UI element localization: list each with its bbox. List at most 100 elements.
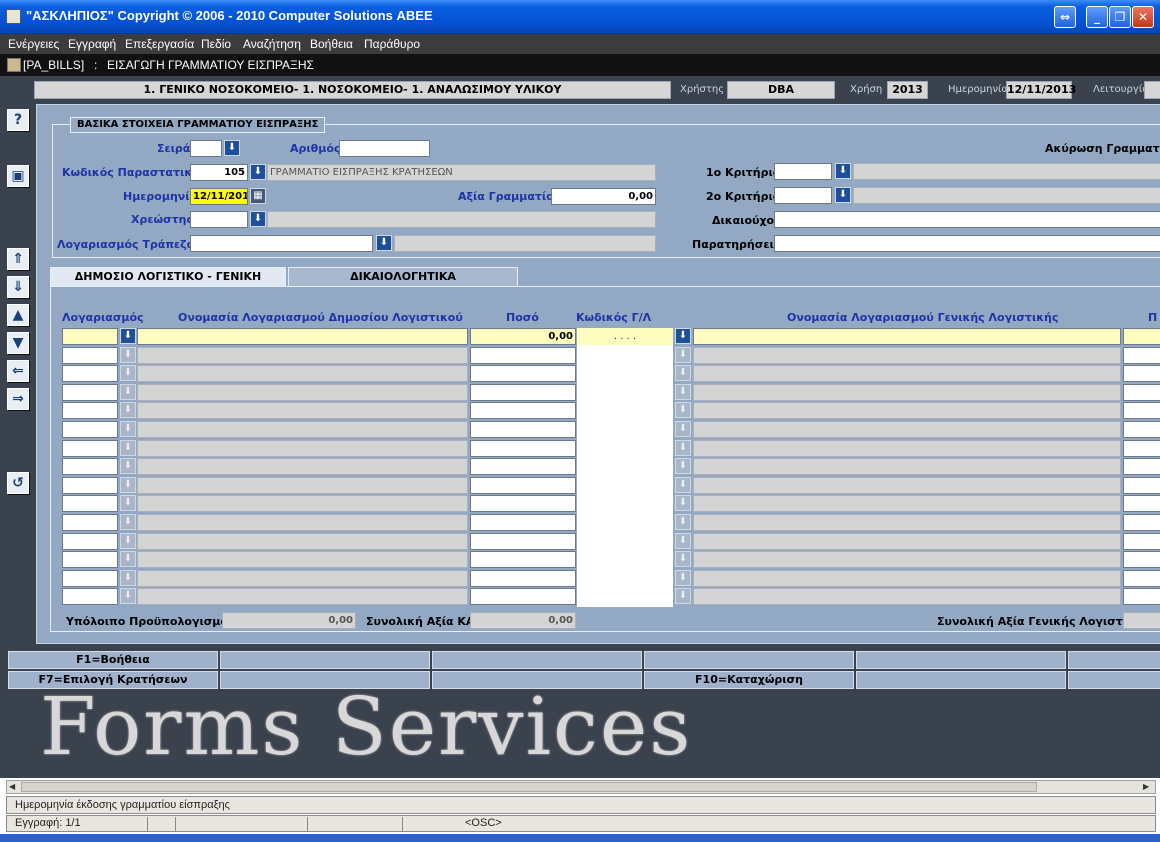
- function-key-row1-5[interactable]: [856, 651, 1066, 669]
- scroll-thumb[interactable]: [21, 782, 1037, 792]
- previous-record-button[interactable]: ▲: [7, 304, 29, 326]
- extra-cell[interactable]: [1123, 421, 1160, 438]
- menu-field[interactable]: Πεδίο: [201, 37, 231, 51]
- first-record-button[interactable]: ⇑: [7, 248, 29, 270]
- menu-record[interactable]: Εγγραφή: [68, 37, 116, 51]
- extra-cell[interactable]: [1123, 532, 1160, 550]
- function-key-row1-1[interactable]: F1=Βοήθεια: [8, 651, 218, 669]
- extra-cell[interactable]: [1123, 439, 1160, 457]
- account-cell[interactable]: [62, 588, 118, 606]
- extra-cell[interactable]: [1123, 551, 1160, 569]
- account-lov-button[interactable]: ⬇: [120, 346, 136, 363]
- scroll-left-icon[interactable]: ◀: [9, 781, 21, 793]
- calendar-icon[interactable]: ▦: [250, 188, 266, 204]
- date-input[interactable]: 12/11/2013: [190, 188, 248, 205]
- amount-cell[interactable]: [470, 514, 576, 531]
- criterion-2-lov-button[interactable]: ⬇: [835, 187, 851, 203]
- account-cell[interactable]: [62, 514, 118, 531]
- restore-arrows-button[interactable]: ⇔: [1054, 6, 1076, 28]
- next-record-button[interactable]: ▼: [7, 332, 29, 354]
- ga-lov-button[interactable]: ⬇: [675, 383, 691, 400]
- ga-lov-button[interactable]: ⬇: [675, 551, 691, 568]
- extra-cell[interactable]: [1123, 346, 1160, 364]
- ga-lov-button[interactable]: ⬇: [675, 402, 691, 419]
- ga-lov-button[interactable]: ⬇: [675, 328, 691, 344]
- function-key-row1-2[interactable]: [220, 651, 430, 669]
- ga-lov-button[interactable]: ⬇: [675, 365, 691, 382]
- account-cell[interactable]: [62, 402, 118, 420]
- doc-code-lov-button[interactable]: ⬇: [250, 164, 266, 180]
- account-cell[interactable]: [62, 439, 118, 457]
- criterion-2-input[interactable]: [774, 187, 832, 204]
- account-lov-button[interactable]: ⬇: [120, 458, 136, 475]
- ga-lov-button[interactable]: ⬇: [675, 532, 691, 549]
- bank-lov-button[interactable]: ⬇: [376, 235, 392, 251]
- account-cell[interactable]: [62, 532, 118, 550]
- account-lov-button[interactable]: ⬇: [120, 495, 136, 512]
- account-lov-button[interactable]: ⬇: [120, 551, 136, 568]
- account-lov-button[interactable]: ⬇: [120, 532, 136, 549]
- account-lov-button[interactable]: ⬇: [120, 383, 136, 400]
- account-cell[interactable]: [62, 569, 118, 587]
- account-cell[interactable]: [62, 476, 118, 494]
- series-lov-button[interactable]: ⬇: [224, 140, 240, 156]
- maximize-button[interactable]: ❐: [1109, 6, 1131, 28]
- ga-lov-button[interactable]: ⬇: [675, 588, 691, 605]
- account-cell[interactable]: [62, 421, 118, 438]
- extra-cell[interactable]: [1123, 476, 1160, 494]
- account-lov-button[interactable]: ⬇: [120, 569, 136, 586]
- function-key-row2-6[interactable]: Esc: [1068, 671, 1160, 689]
- amount-cell[interactable]: [470, 402, 576, 420]
- account-lov-button[interactable]: ⬇: [120, 514, 136, 530]
- menu-help[interactable]: Βοήθεια: [310, 37, 353, 51]
- menu-search[interactable]: Αναζήτηση: [243, 37, 301, 51]
- series-input[interactable]: [190, 140, 222, 157]
- ga-code-input[interactable]: . . . .: [577, 328, 673, 345]
- amount-cell[interactable]: [470, 476, 576, 494]
- previous-field-button[interactable]: ⇐: [7, 360, 29, 382]
- menu-edit[interactable]: Επεξεργασία: [125, 37, 194, 51]
- extra-cell[interactable]: [1123, 514, 1160, 531]
- menu-actions[interactable]: Ενέργειες: [8, 37, 59, 51]
- value-input[interactable]: 0,00: [551, 188, 656, 205]
- doc-code-input[interactable]: 105: [190, 164, 248, 181]
- function-key-row1-3[interactable]: [432, 651, 642, 669]
- account-lov-button[interactable]: ⬇: [120, 588, 136, 605]
- extra-cell[interactable]: [1123, 569, 1160, 587]
- function-key-row1-4[interactable]: [644, 651, 854, 669]
- criterion-1-input[interactable]: [774, 163, 832, 180]
- account-cell[interactable]: [62, 551, 118, 569]
- account-cell[interactable]: [62, 328, 118, 345]
- account-cell[interactable]: [62, 365, 118, 383]
- amount-cell[interactable]: [470, 495, 576, 513]
- amount-cell[interactable]: [470, 439, 576, 457]
- menu-window[interactable]: Παράθυρο: [364, 37, 420, 51]
- undo-button[interactable]: ↺: [7, 472, 29, 494]
- amount-cell[interactable]: [470, 551, 576, 569]
- extra-cell[interactable]: [1123, 383, 1160, 401]
- ga-lov-button[interactable]: ⬇: [675, 495, 691, 512]
- tab-supporting-documents[interactable]: ΔΙΚΑΙΟΛΟΓΗΤΙΚΑ: [288, 267, 518, 287]
- next-field-button[interactable]: ⇒: [7, 388, 29, 410]
- next-block-button[interactable]: ⇓: [7, 276, 29, 298]
- ga-lov-button[interactable]: ⬇: [675, 346, 691, 363]
- account-cell[interactable]: [62, 458, 118, 476]
- ga-lov-button[interactable]: ⬇: [675, 569, 691, 586]
- account-cell[interactable]: [62, 346, 118, 364]
- amount-cell[interactable]: [470, 383, 576, 401]
- amount-cell[interactable]: [470, 365, 576, 383]
- criterion-1-lov-button[interactable]: ⬇: [835, 163, 851, 179]
- ga-lov-button[interactable]: ⬇: [675, 476, 691, 493]
- extra-cell[interactable]: [1123, 458, 1160, 476]
- help-button[interactable]: ?: [7, 109, 29, 131]
- account-cell[interactable]: [62, 495, 118, 513]
- tab-public-general-accounting[interactable]: ΔΗΜΟΣΙΟ ΛΟΓΙΣΤΙΚΟ - ΓΕΝΙΚΗ ΛΟΓΙΣΤΙΚΗ: [50, 267, 286, 301]
- ga-lov-button[interactable]: ⬇: [675, 421, 691, 437]
- extra-cell[interactable]: [1123, 495, 1160, 513]
- ga-lov-button[interactable]: ⬇: [675, 439, 691, 456]
- notes-input[interactable]: [774, 235, 1160, 252]
- extra-cell[interactable]: [1123, 402, 1160, 420]
- function-key-row2-5[interactable]: [856, 671, 1066, 689]
- amount-cell[interactable]: 0,00: [470, 328, 576, 345]
- debtor-lov-button[interactable]: ⬇: [250, 211, 266, 227]
